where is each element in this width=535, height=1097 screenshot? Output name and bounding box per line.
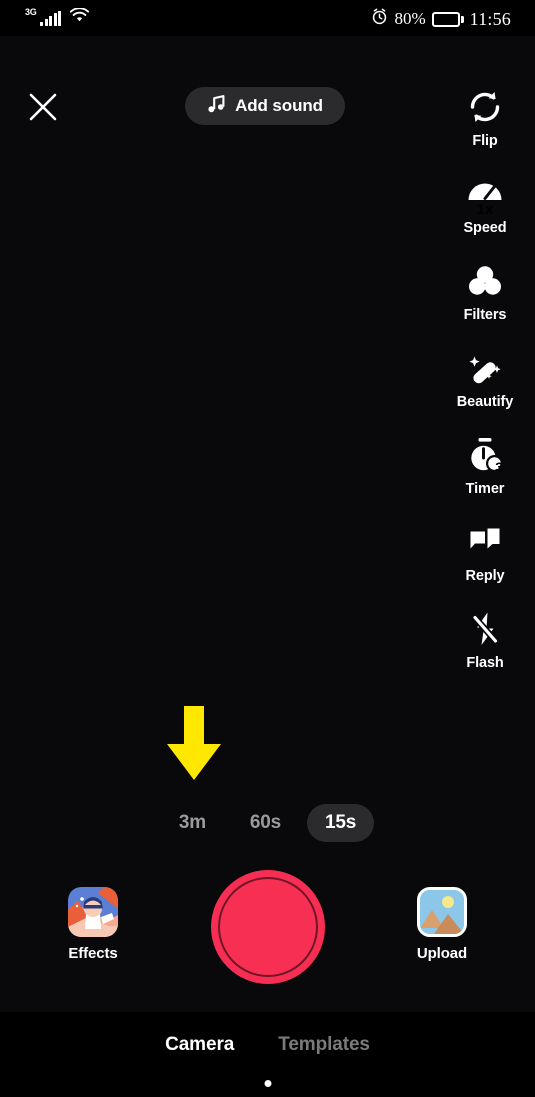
filters-icon bbox=[464, 258, 506, 304]
duration-option-15s[interactable]: 15s bbox=[307, 804, 375, 842]
tiktok-camera-screen: 3G 80% 11:56 Add sound Flip 1x Speed Fil… bbox=[0, 0, 535, 1097]
flip-camera-icon bbox=[464, 84, 506, 130]
alarm-clock-icon bbox=[371, 8, 388, 30]
tool-flip-label: Flip bbox=[472, 133, 498, 149]
tool-beautify[interactable]: Beautify bbox=[435, 345, 535, 432]
duration-selector: 3m 60s 15s bbox=[0, 804, 535, 842]
tool-timer[interactable]: 3 Timer bbox=[435, 432, 535, 519]
music-note-icon bbox=[207, 94, 226, 119]
signal-bars-icon bbox=[40, 11, 62, 26]
tool-reply-label: Reply bbox=[465, 568, 505, 584]
battery-percent-label: 80% bbox=[394, 9, 426, 28]
tool-flash[interactable]: Flash bbox=[435, 606, 535, 693]
tool-timer-label: Timer bbox=[465, 481, 505, 497]
tool-filters-label: Filters bbox=[463, 307, 507, 323]
upload-button[interactable]: Upload bbox=[394, 887, 490, 962]
tab-camera[interactable]: Camera bbox=[165, 1034, 234, 1056]
record-button[interactable] bbox=[210, 870, 325, 984]
annotation-arrow-down-icon bbox=[163, 706, 225, 781]
capture-row: Effects Upload bbox=[0, 870, 535, 990]
tab-templates[interactable]: Templates bbox=[278, 1034, 370, 1056]
close-icon[interactable] bbox=[26, 90, 60, 124]
timer-badge: 3 bbox=[495, 459, 503, 475]
wifi-icon bbox=[70, 7, 90, 27]
battery-icon bbox=[431, 11, 464, 27]
tool-beautify-label: Beautify bbox=[456, 394, 514, 410]
stopwatch-icon: 3 bbox=[464, 432, 506, 478]
home-indicator-dot bbox=[264, 1080, 271, 1087]
tool-flip[interactable]: Flip bbox=[435, 84, 535, 171]
magic-wand-icon bbox=[464, 345, 506, 391]
duration-option-3m[interactable]: 3m bbox=[161, 804, 224, 842]
reply-icon bbox=[464, 519, 506, 565]
tool-reply[interactable]: Reply bbox=[435, 519, 535, 606]
tool-rail: Flip 1x Speed Filters Beautify 3 Timer R… bbox=[435, 84, 535, 693]
tool-flash-label: Flash bbox=[466, 655, 504, 671]
tabs: Camera Templates bbox=[0, 1034, 535, 1056]
effects-thumbnail-icon bbox=[68, 887, 118, 937]
flash-off-icon bbox=[464, 606, 506, 652]
tool-filters[interactable]: Filters bbox=[435, 258, 535, 345]
tool-speed-label: Speed bbox=[463, 220, 507, 236]
network-type-label: 3G bbox=[25, 7, 37, 17]
status-bar: 3G 80% 11:56 bbox=[0, 0, 535, 36]
tool-speed[interactable]: 1x Speed bbox=[435, 171, 535, 258]
add-sound-label: Add sound bbox=[235, 96, 323, 115]
speed-badge: 1x bbox=[476, 201, 494, 218]
status-bar-right: 80% 11:56 bbox=[371, 8, 511, 30]
effects-label: Effects bbox=[68, 945, 118, 962]
clock-label: 11:56 bbox=[469, 8, 511, 29]
add-sound-button[interactable]: Add sound bbox=[185, 87, 345, 125]
duration-option-60s[interactable]: 60s bbox=[232, 804, 299, 842]
image-thumbnail-icon bbox=[417, 887, 467, 937]
status-bar-left: 3G bbox=[24, 7, 90, 27]
speedometer-icon: 1x bbox=[464, 171, 506, 217]
upload-label: Upload bbox=[416, 945, 468, 962]
effects-button[interactable]: Effects bbox=[45, 887, 141, 962]
